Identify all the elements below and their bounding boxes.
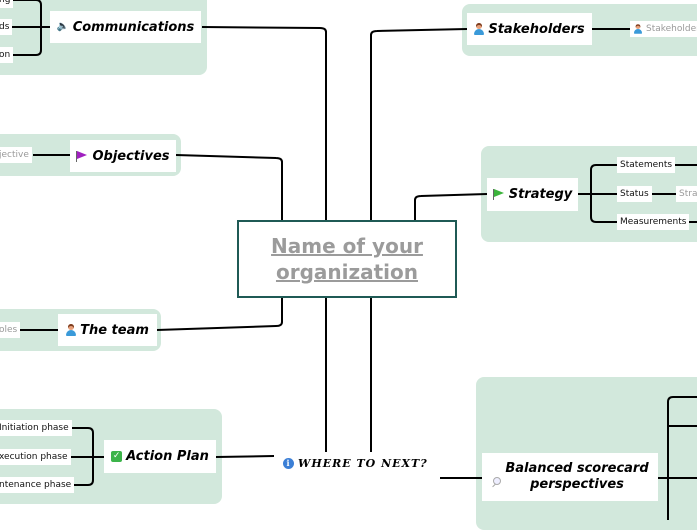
person-icon	[634, 24, 642, 34]
search-icon	[491, 477, 502, 487]
central-topic-line1: Name of your	[271, 234, 423, 258]
strategy-child-statements[interactable]: Statements	[617, 157, 676, 173]
action-plan-child-3[interactable]: ntenance phase	[0, 477, 75, 493]
topic-the-team-label: The team	[80, 322, 149, 338]
purple-flag-icon	[76, 150, 88, 162]
topic-balanced-scorecard-text: Balanced scorecard perspectives	[505, 461, 648, 493]
communications-child-3-label: on	[0, 50, 11, 60]
topic-strategy-label: Strategy	[508, 187, 573, 202]
strategy-child-status[interactable]: Status	[617, 186, 652, 202]
action-plan-child-1[interactable]: Initiation phase	[0, 420, 72, 436]
topic-balanced-scorecard-line1: Balanced scorecard	[505, 461, 649, 476]
floating-topic-where-to-next[interactable]: i WHERE TO NEXT?	[281, 457, 430, 470]
strategy-child-measurements[interactable]: Measurements	[617, 214, 690, 230]
info-icon: i	[283, 458, 294, 469]
strategy-child-measurements-label: Measurements	[620, 217, 687, 227]
topic-stakeholders[interactable]: Stakeholders	[467, 13, 592, 45]
the-team-child-1[interactable]: oles	[0, 322, 21, 338]
connector-team	[156, 298, 283, 331]
topic-strategy[interactable]: Strategy	[487, 178, 578, 211]
objectives-child-1-label: jective	[0, 150, 29, 160]
topic-objectives-label: Objectives	[92, 148, 170, 164]
connector-strategy	[414, 193, 488, 220]
action-plan-child-2[interactable]: xecution phase	[0, 449, 71, 465]
topic-communications-label: Communications	[72, 19, 195, 35]
central-topic-line2: organization	[275, 260, 419, 284]
connector-balanced-bracket	[667, 396, 697, 520]
topic-objectives[interactable]: Objectives	[70, 140, 176, 172]
communications-child-2-label: ds	[0, 22, 10, 32]
topic-action-plan-label: Action Plan	[126, 449, 209, 464]
central-topic[interactable]: Name of your organization	[237, 220, 457, 298]
connector-objectives	[175, 154, 283, 220]
the-team-child-1-label: oles	[0, 325, 18, 335]
connector-communications	[201, 26, 327, 220]
action-plan-child-1-label: Initiation phase	[0, 423, 69, 433]
person-icon	[474, 23, 485, 35]
stakeholders-child-1[interactable]: Stakeholder	[630, 21, 697, 37]
action-plan-child-3-label: ntenance phase	[0, 480, 72, 490]
communications-child-3[interactable]: on	[0, 47, 14, 63]
topic-the-team[interactable]: The team	[58, 314, 157, 346]
speaker-icon: 🔈	[56, 21, 70, 32]
strategy-status-child[interactable]: Stra	[676, 186, 697, 202]
topic-communications[interactable]: 🔈 Communications	[50, 11, 201, 43]
strategy-status-child-label: Stra	[679, 189, 697, 199]
strategy-child-status-label: Status	[620, 189, 649, 199]
connector-stakeholders	[370, 28, 468, 220]
topic-action-plan[interactable]: ✓ Action Plan	[104, 440, 216, 473]
action-plan-child-2-label: xecution phase	[0, 452, 68, 462]
objectives-child-1[interactable]: jective	[0, 147, 32, 163]
check-icon: ✓	[111, 451, 123, 462]
communications-child-2[interactable]: ds	[0, 19, 13, 35]
communications-child-1-label: ng	[0, 0, 11, 5]
topic-stakeholders-label: Stakeholders	[488, 21, 585, 37]
mind-map-canvas: Name of your organization 🔈 Communicatio…	[0, 0, 697, 530]
topic-balanced-scorecard[interactable]: Balanced scorecard perspectives	[482, 453, 658, 501]
topic-balanced-scorecard-line2: perspectives	[530, 477, 624, 492]
strategy-child-statements-label: Statements	[620, 160, 673, 170]
stakeholders-child-1-label: Stakeholder	[646, 24, 697, 34]
communications-child-1[interactable]: ng	[0, 0, 14, 8]
person-icon	[66, 324, 77, 336]
connector-action-plan	[215, 455, 275, 458]
green-flag-icon	[492, 189, 505, 200]
floating-topic-label: WHERE TO NEXT?	[298, 457, 428, 470]
